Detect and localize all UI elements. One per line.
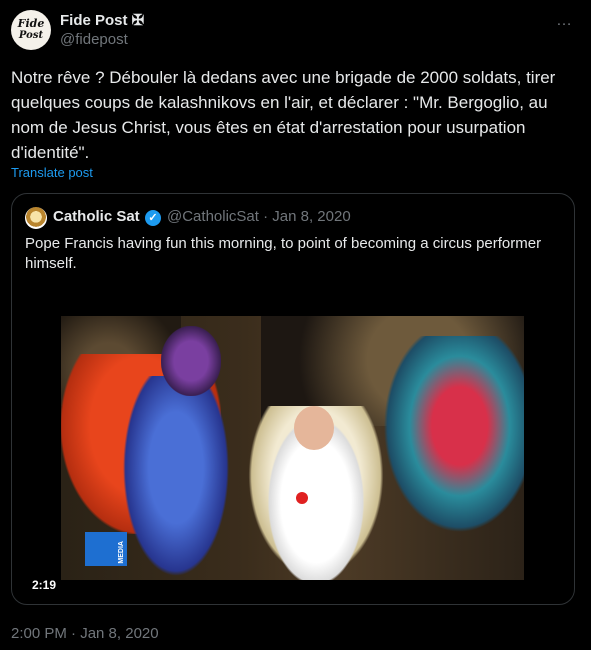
video-badge-label: MEDIA — [118, 541, 125, 564]
post-text: Notre rêve ? Débouler là dedans avec une… — [11, 68, 556, 162]
avatar-text-line2: Post — [18, 30, 44, 41]
quoted-author-handle-date: @CatholicSat · Jan 8, 2020 — [167, 208, 351, 225]
avatar-text-line1: Fide — [17, 17, 45, 30]
vatican-media-badge: MEDIA — [85, 532, 127, 566]
post: Fide Post Fide Post ✠ @fidepost … Notre … — [0, 0, 591, 650]
video-figure-head — [294, 406, 334, 450]
video-red-ball — [296, 492, 308, 504]
video-performer-purple — [161, 326, 221, 396]
quoted-author-avatar[interactable] — [25, 207, 47, 229]
quoted-post-text: Pope Francis having fun this morning, to… — [25, 235, 542, 272]
verified-badge-icon: ✓ — [145, 210, 161, 226]
video-duration: 2:19 — [32, 578, 57, 592]
author-handle[interactable]: @fidepost — [60, 31, 128, 48]
video-player[interactable]: MEDIA — [61, 316, 524, 580]
quoted-author-name[interactable]: Catholic Sat — [53, 208, 140, 225]
quoted-post[interactable]: Catholic Sat ✓ @CatholicSat · Jan 8, 202… — [11, 193, 575, 605]
video-performer-blue — [121, 376, 231, 580]
video-performer-right — [381, 336, 524, 536]
author-name[interactable]: Fide Post ✠ — [60, 11, 144, 29]
translate-post-link[interactable]: Translate post — [11, 165, 93, 180]
author-avatar[interactable]: Fide Post — [11, 10, 51, 50]
post-timestamp[interactable]: 2:00 PM · Jan 8, 2020 — [11, 625, 159, 642]
more-options-icon[interactable]: … — [556, 12, 573, 30]
